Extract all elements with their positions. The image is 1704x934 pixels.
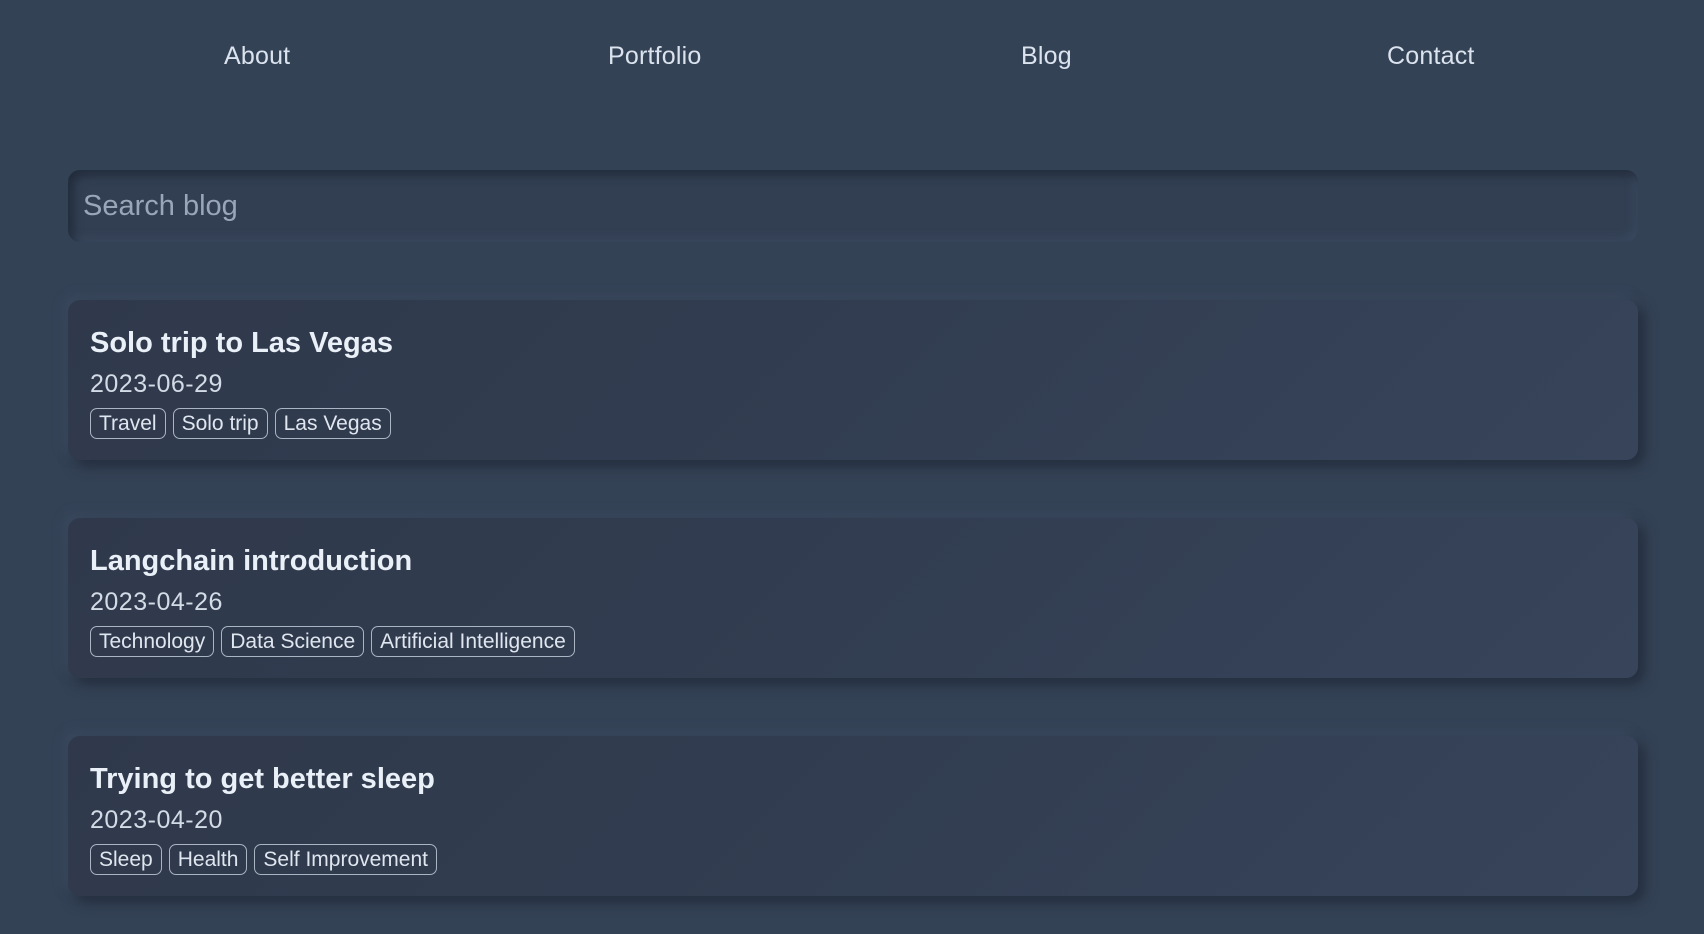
tag[interactable]: Data Science — [221, 626, 365, 657]
nav-link-contact[interactable]: Contact — [1387, 42, 1475, 71]
post-card[interactable]: Langchain introduction 2023-04-26 Techno… — [68, 518, 1638, 678]
search-box — [68, 170, 1638, 242]
tag-list: Technology Data Science Artificial Intel… — [90, 626, 1616, 657]
post-date: 2023-04-20 — [90, 806, 223, 834]
post-title[interactable]: Solo trip to Las Vegas — [90, 325, 1616, 361]
tag[interactable]: Health — [168, 844, 248, 875]
tag[interactable]: Sleep — [90, 844, 162, 875]
top-nav: About Portfolio Blog Contact — [0, 0, 1704, 120]
post-title[interactable]: Langchain introduction — [90, 543, 1616, 579]
tag[interactable]: Technology — [90, 626, 215, 657]
tag[interactable]: Self Improvement — [254, 844, 437, 875]
post-date: 2023-04-26 — [90, 588, 223, 616]
post-title[interactable]: Trying to get better sleep — [90, 761, 1616, 797]
tag[interactable]: Solo trip — [172, 408, 268, 439]
post-date: 2023-06-29 — [90, 370, 223, 398]
nav-link-portfolio[interactable]: Portfolio — [608, 42, 702, 71]
tag[interactable]: Las Vegas — [274, 408, 391, 439]
tag-list: Sleep Health Self Improvement — [90, 844, 1616, 875]
tag[interactable]: Travel — [90, 408, 166, 439]
post-card[interactable]: Trying to get better sleep 2023-04-20 Sl… — [68, 736, 1638, 896]
tag-list: Travel Solo trip Las Vegas — [90, 408, 1616, 439]
post-card[interactable]: Solo trip to Las Vegas 2023-06-29 Travel… — [68, 300, 1638, 460]
search-input[interactable] — [68, 170, 1638, 242]
nav-link-blog[interactable]: Blog — [1021, 42, 1072, 71]
tag[interactable]: Artificial Intelligence — [371, 626, 575, 657]
nav-link-about[interactable]: About — [224, 42, 290, 71]
